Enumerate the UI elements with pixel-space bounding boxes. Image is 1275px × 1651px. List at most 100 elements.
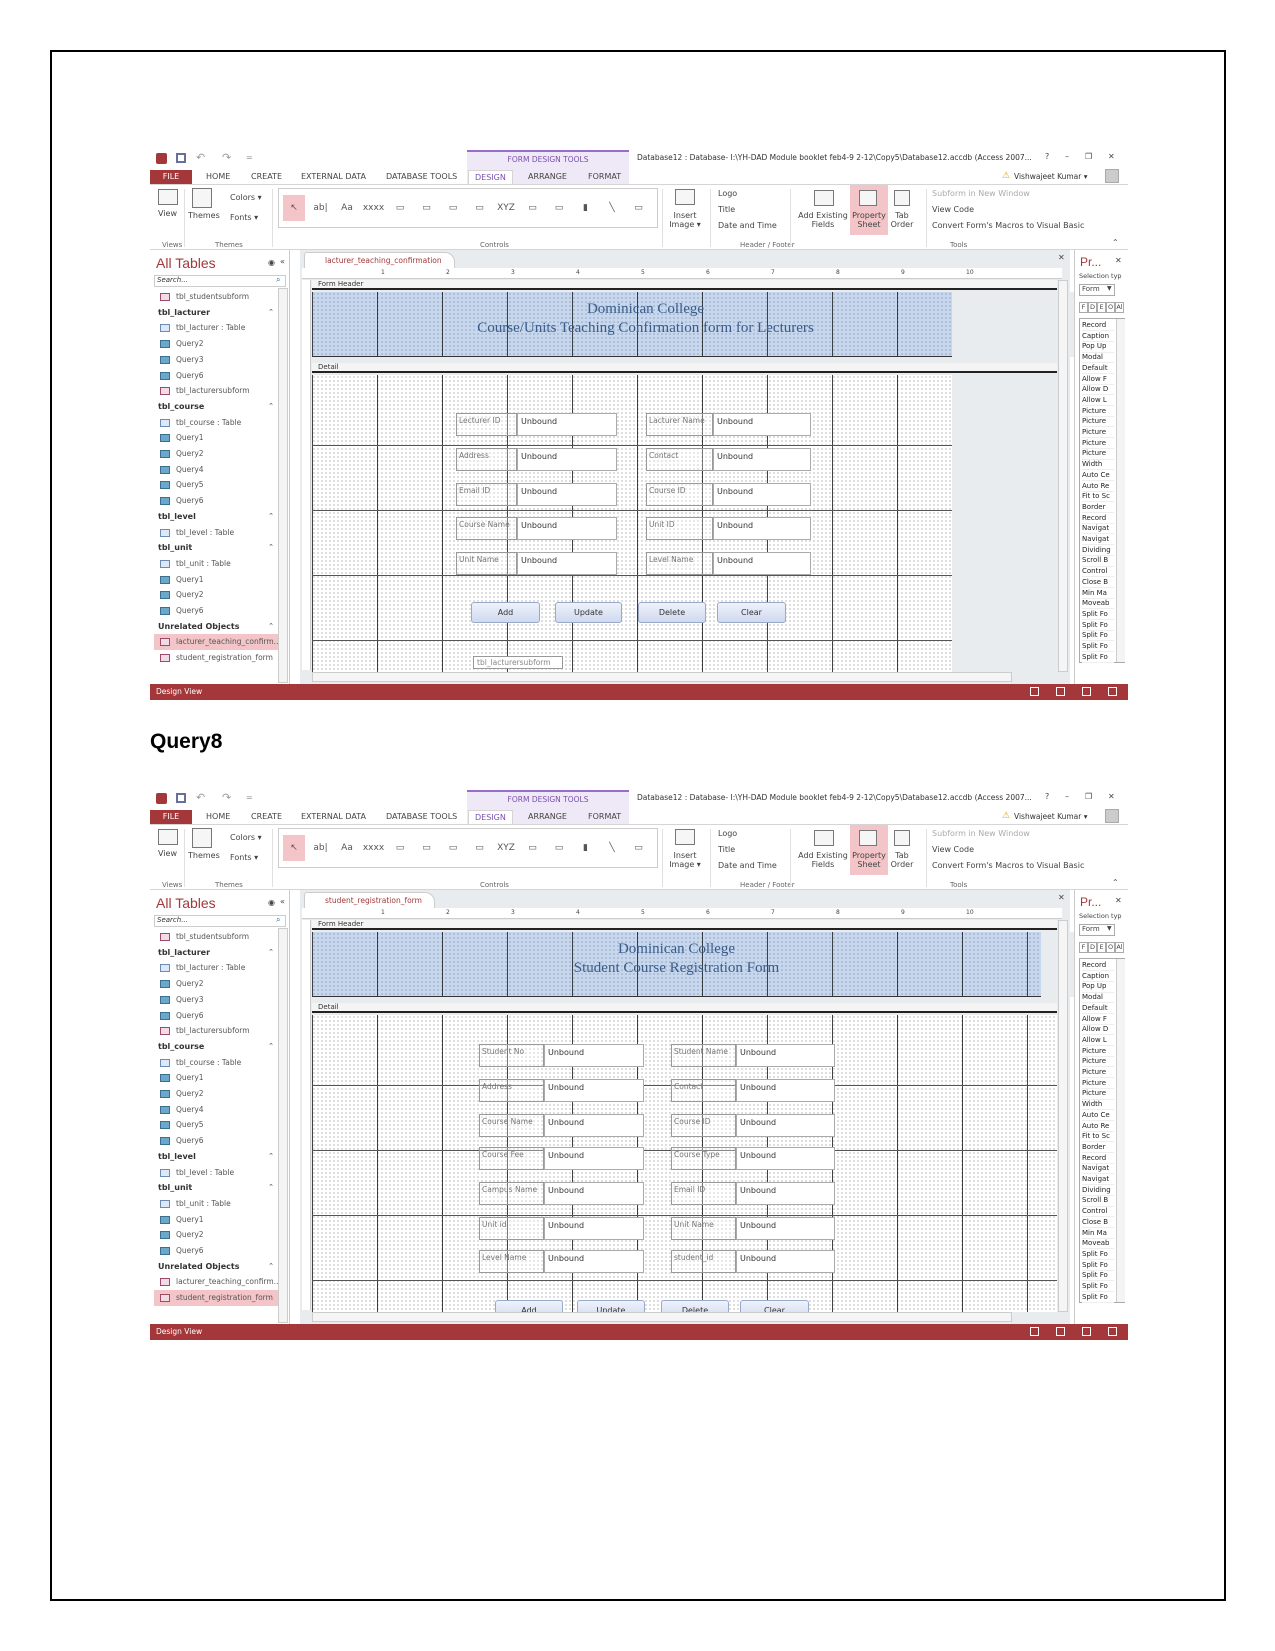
control-xxxx-icon[interactable]: xxxx: [363, 835, 385, 861]
nav-group-header[interactable]: tbl_level ⌃: [154, 509, 278, 525]
control-ab-icon[interactable]: ab|: [310, 195, 332, 221]
insert-image-button[interactable]: Insert Image ▾: [668, 851, 702, 869]
colors-button[interactable]: Colors ▾: [230, 833, 262, 842]
design-view-icon[interactable]: [1108, 687, 1117, 696]
property-row[interactable]: Allow L: [1082, 396, 1114, 407]
field-textbox[interactable]: Unbound: [517, 517, 617, 540]
nav-item[interactable]: tbl_studentsubform: [154, 289, 278, 305]
convert-macros-button[interactable]: Convert Form's Macros to Visual Basic: [932, 221, 1084, 230]
document-tab[interactable]: student_registration_form: [304, 892, 435, 908]
search-icon[interactable]: ⌕: [276, 275, 280, 285]
property-row[interactable]: Pop Up: [1082, 342, 1114, 353]
collapse-group-icon[interactable]: ⌃: [268, 1180, 274, 1195]
property-row[interactable]: Split Fo: [1082, 1293, 1114, 1303]
detail-section-bar[interactable]: Detail: [312, 1003, 1057, 1013]
property-row[interactable]: Border: [1082, 503, 1114, 514]
close-property-sheet-button[interactable]: ✕: [1115, 256, 1122, 265]
tab-home[interactable]: HOME: [200, 810, 236, 824]
nav-search-input[interactable]: Search...: [154, 915, 286, 927]
nav-item[interactable]: Query6: [154, 1008, 278, 1024]
field-textbox[interactable]: Unbound: [736, 1114, 835, 1137]
control-aa-icon[interactable]: Aa: [336, 835, 358, 861]
user-name[interactable]: Vishwajeet Kumar ▾: [1014, 172, 1088, 181]
property-row[interactable]: Split Fo: [1082, 621, 1114, 631]
property-row[interactable]: Split Fo: [1082, 642, 1114, 653]
nav-group-header[interactable]: tbl_course ⌃: [154, 399, 278, 415]
nav-item[interactable]: tbl_lacturer : Table: [154, 960, 278, 976]
nav-group-header[interactable]: tbl_unit ⌃: [154, 540, 278, 556]
control-tab-icon[interactable]: ▭: [389, 835, 411, 861]
nav-group-header[interactable]: tbl_lacturer ⌃: [154, 305, 278, 321]
nav-item[interactable]: Query4: [154, 1102, 278, 1118]
restore-button[interactable]: ❐: [1085, 792, 1092, 801]
property-row[interactable]: Caption: [1082, 332, 1114, 342]
nav-item[interactable]: student_registration_form: [154, 1290, 278, 1306]
property-tab[interactable]: Al: [1115, 942, 1124, 953]
add-existing-fields-button[interactable]: Add Existing Fields: [798, 851, 848, 869]
property-row[interactable]: Split Fo: [1082, 1261, 1114, 1271]
view-button[interactable]: View: [158, 849, 177, 858]
control-ab-icon[interactable]: ab|: [310, 835, 332, 861]
property-row[interactable]: Auto Re: [1082, 1122, 1114, 1132]
collapse-group-icon[interactable]: ⌃: [268, 945, 274, 960]
nav-item[interactable]: tbl_level : Table: [154, 525, 278, 541]
nav-item[interactable]: Query2: [154, 976, 278, 992]
title-button[interactable]: Title: [718, 845, 735, 854]
collapse-group-icon[interactable]: ⌃: [268, 1149, 274, 1164]
property-sheet-label[interactable]: Property Sheet: [850, 211, 888, 229]
field-textbox[interactable]: Unbound: [544, 1147, 644, 1170]
property-row[interactable]: Allow L: [1082, 1036, 1114, 1047]
close-button[interactable]: ✕: [1108, 792, 1115, 801]
control-xyz-icon[interactable]: XYZ: [495, 195, 517, 221]
nav-item[interactable]: tbl_course : Table: [154, 1055, 278, 1071]
dropdown-arrow-icon[interactable]: ▼: [1107, 925, 1112, 932]
property-scrollbar[interactable]: [1116, 319, 1125, 662]
field-textbox[interactable]: Unbound: [713, 448, 811, 471]
tab-order-icon[interactable]: [894, 190, 910, 206]
property-row[interactable]: Picture: [1082, 428, 1114, 439]
property-row[interactable]: Navigat: [1082, 1175, 1114, 1186]
property-tab[interactable]: D: [1088, 942, 1097, 953]
collapse-group-icon[interactable]: ⌃: [268, 1039, 274, 1054]
tab-home[interactable]: HOME: [200, 170, 236, 184]
collapse-ribbon-button[interactable]: ⌃: [1112, 878, 1119, 887]
form-view-icon[interactable]: [1030, 687, 1039, 696]
property-row[interactable]: Auto Ce: [1082, 1111, 1114, 1121]
property-row[interactable]: Record: [1082, 961, 1114, 972]
nav-scrollbar[interactable]: [278, 288, 288, 683]
view-button[interactable]: View: [158, 209, 177, 218]
property-row[interactable]: Allow D: [1082, 1025, 1114, 1036]
property-row[interactable]: Moveab: [1082, 599, 1114, 610]
property-row[interactable]: Scroll B: [1082, 556, 1114, 567]
help-button[interactable]: ?: [1045, 152, 1049, 161]
datasheet-view-icon[interactable]: [1082, 1327, 1091, 1336]
property-tab[interactable]: O: [1106, 302, 1115, 313]
field-textbox[interactable]: Unbound: [736, 1250, 835, 1273]
property-tab[interactable]: E: [1097, 302, 1106, 313]
control-hyperlink-icon[interactable]: ▭: [416, 195, 438, 221]
field-textbox[interactable]: Unbound: [713, 483, 811, 506]
nav-item[interactable]: tbl_lacturersubform: [154, 383, 278, 399]
tab-database-tools[interactable]: DATABASE TOOLS: [380, 170, 463, 184]
restore-button[interactable]: ❐: [1085, 152, 1092, 161]
property-tab[interactable]: F: [1079, 942, 1088, 953]
property-row[interactable]: Picture: [1082, 1047, 1114, 1057]
property-row[interactable]: Navigat: [1082, 1164, 1114, 1175]
nav-item[interactable]: Query6: [154, 1243, 278, 1259]
control-select-icon[interactable]: ↖: [283, 195, 305, 221]
control-chart-icon[interactable]: ▮: [575, 195, 597, 221]
property-row[interactable]: Control: [1082, 567, 1114, 578]
logo-button[interactable]: Logo: [718, 189, 737, 198]
field-textbox[interactable]: Unbound: [736, 1044, 835, 1067]
nav-group-header[interactable]: Unrelated Objects ⌃: [154, 619, 278, 635]
design-view-icon[interactable]: [1108, 1327, 1117, 1336]
fonts-button[interactable]: Fonts ▾: [230, 853, 258, 862]
dropdown-arrow-icon[interactable]: ▼: [1107, 285, 1112, 292]
nav-item[interactable]: Query1: [154, 430, 278, 446]
add-button[interactable]: Add: [471, 602, 540, 623]
tab-design[interactable]: DESIGN: [468, 170, 513, 184]
save-icon[interactable]: [176, 793, 186, 803]
layout-view-icon[interactable]: [1056, 687, 1065, 696]
field-textbox[interactable]: Unbound: [544, 1114, 644, 1137]
collapse-group-icon[interactable]: ⌃: [268, 305, 274, 320]
